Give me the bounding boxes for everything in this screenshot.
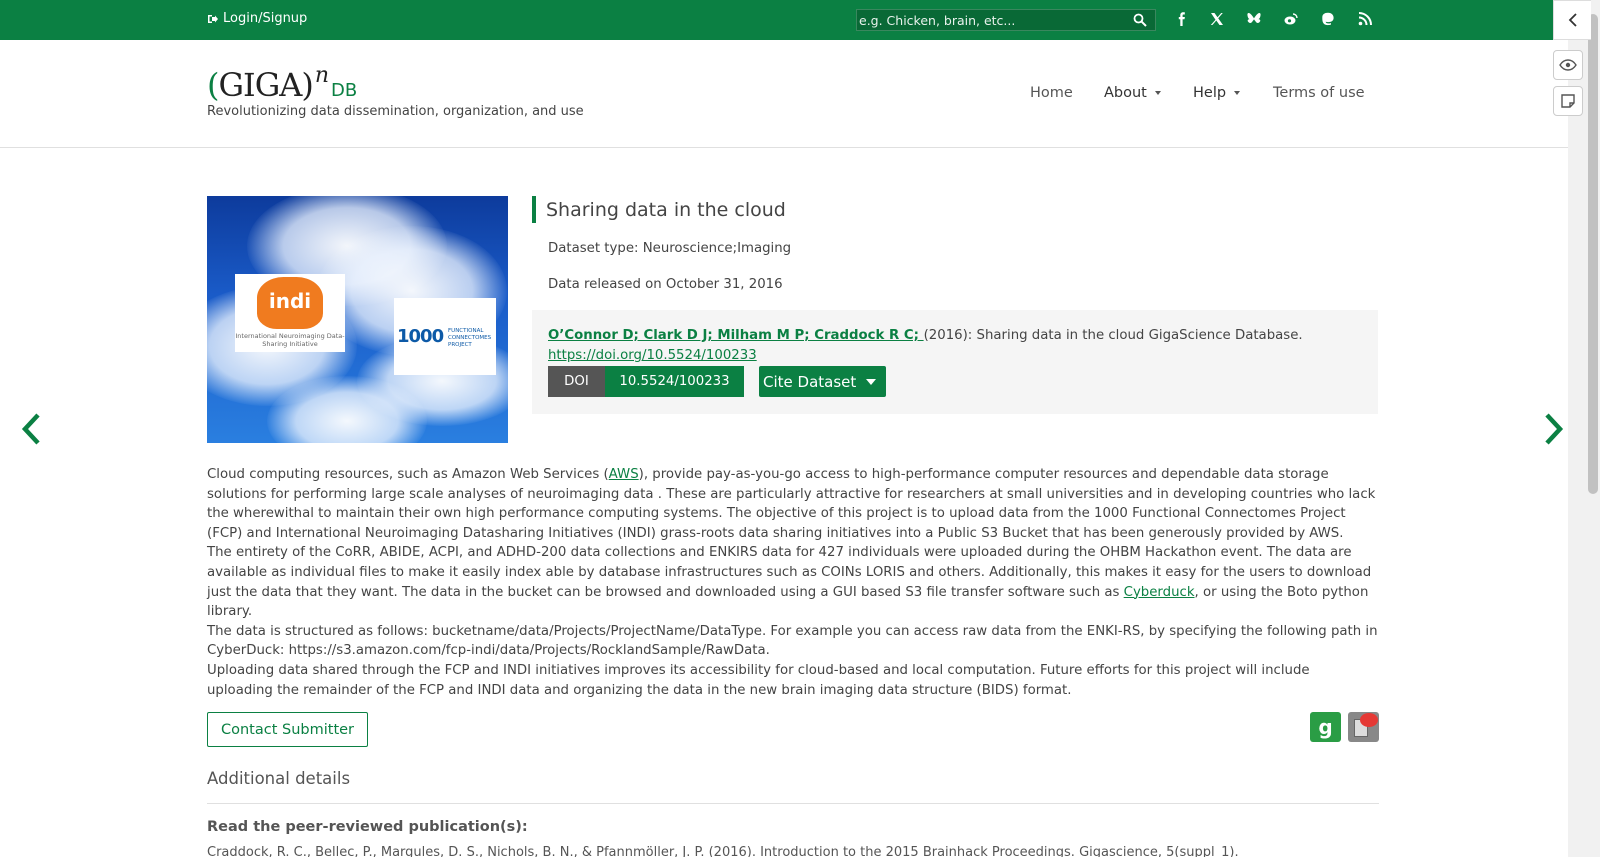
- additional-details-heading: Additional details: [207, 769, 351, 788]
- top-bar: Login/Signup: [0, 0, 1568, 40]
- doi-badge[interactable]: DOI 10.5524/100233: [548, 366, 744, 397]
- next-dataset-arrow[interactable]: [1541, 412, 1565, 446]
- citation-box: O’Connor D; Clark D J; Milham M P; Cradd…: [532, 310, 1378, 414]
- x-icon[interactable]: [1209, 11, 1225, 27]
- weibo-icon[interactable]: [1283, 11, 1299, 27]
- login-signup-link[interactable]: Login/Signup: [207, 11, 307, 26]
- side-panel-toggle[interactable]: [1553, 0, 1591, 40]
- nav-home[interactable]: Home: [1030, 85, 1073, 101]
- doi-url-link[interactable]: https://doi.org/10.5524/100233: [548, 348, 757, 363]
- caret-down-icon: [866, 379, 876, 385]
- publication-heading: Read the peer-reviewed publication(s):: [207, 819, 528, 835]
- nav-terms-of-use[interactable]: Terms of use: [1273, 85, 1365, 101]
- tagline: Revolutionizing data dissemination, orga…: [207, 104, 584, 119]
- dataset-description: Cloud computing resources, such as Amazo…: [207, 465, 1379, 700]
- aws-link[interactable]: AWS: [609, 467, 639, 482]
- description-paragraph: Cloud computing resources, such as Amazo…: [207, 467, 1376, 541]
- indi-logo: indi International Neuroimaging Data-Sha…: [235, 274, 345, 352]
- eye-icon: [1559, 59, 1577, 71]
- rss-icon[interactable]: [1357, 11, 1373, 27]
- dataset-type: Dataset type: Neuroscience;Imaging: [548, 241, 792, 256]
- caret-down-icon: [1234, 91, 1241, 95]
- dataset-cover-image: indi International Neuroimaging Data-Sha…: [207, 196, 508, 443]
- cyberduck-link[interactable]: Cyberduck: [1124, 585, 1195, 600]
- indi-brain-icon: indi: [257, 277, 323, 329]
- mendeley-icon[interactable]: [1348, 712, 1379, 742]
- note-button[interactable]: [1553, 86, 1583, 116]
- dataset-release-date: Data released on October 31, 2016: [548, 277, 783, 292]
- scrollbar-thumb[interactable]: [1588, 14, 1598, 494]
- site-header: (GIGA)nDB Revolutionizing data dissemina…: [0, 40, 1568, 148]
- gigadb-logo[interactable]: (GIGA)nDB: [207, 63, 357, 104]
- sign-in-icon: [208, 14, 218, 23]
- bluesky-icon[interactable]: [1246, 11, 1262, 27]
- facebook-icon[interactable]: [1174, 11, 1190, 27]
- publication-reference[interactable]: Craddock, R. C., Bellec, P., Margules, D…: [207, 845, 1239, 857]
- chevron-left-icon: [1568, 13, 1577, 27]
- sticky-note-icon: [1561, 94, 1575, 108]
- title-accent-bar: [532, 196, 536, 223]
- nav-help-dropdown[interactable]: Help: [1193, 85, 1241, 101]
- previous-dataset-arrow[interactable]: [20, 412, 44, 446]
- mastodon-icon[interactable]: [1320, 11, 1336, 27]
- description-paragraph: The entirety of the CoRR, ABIDE, ACPI, a…: [207, 545, 1372, 620]
- divider: [207, 803, 1379, 804]
- eye-button[interactable]: [1553, 50, 1583, 80]
- cite-dataset-button[interactable]: Cite Dataset: [759, 366, 886, 397]
- login-signup-label: Login/Signup: [223, 11, 308, 26]
- caret-down-icon: [1154, 91, 1161, 95]
- dataset-title: Sharing data in the cloud: [546, 199, 786, 221]
- nav-about-dropdown[interactable]: About: [1104, 85, 1161, 101]
- description-paragraph: Uploading data shared through the FCP an…: [207, 662, 1310, 698]
- contact-submitter-button[interactable]: Contact Submitter: [207, 712, 368, 747]
- search-input[interactable]: [857, 10, 1127, 31]
- citation-text: O’Connor D; Clark D J; Milham M P; Cradd…: [548, 328, 1303, 363]
- search-box: [856, 9, 1156, 31]
- fcp-logo: 1000 FUNCTIONAL CONNECTOMES PROJECT: [394, 298, 496, 375]
- search-icon[interactable]: [1133, 13, 1147, 27]
- author-links[interactable]: O’Connor D; Clark D J; Milham M P; Cradd…: [548, 328, 924, 343]
- description-paragraph: The data is structured as follows: bucke…: [207, 623, 1378, 659]
- google-scholar-icon[interactable]: g: [1310, 712, 1341, 742]
